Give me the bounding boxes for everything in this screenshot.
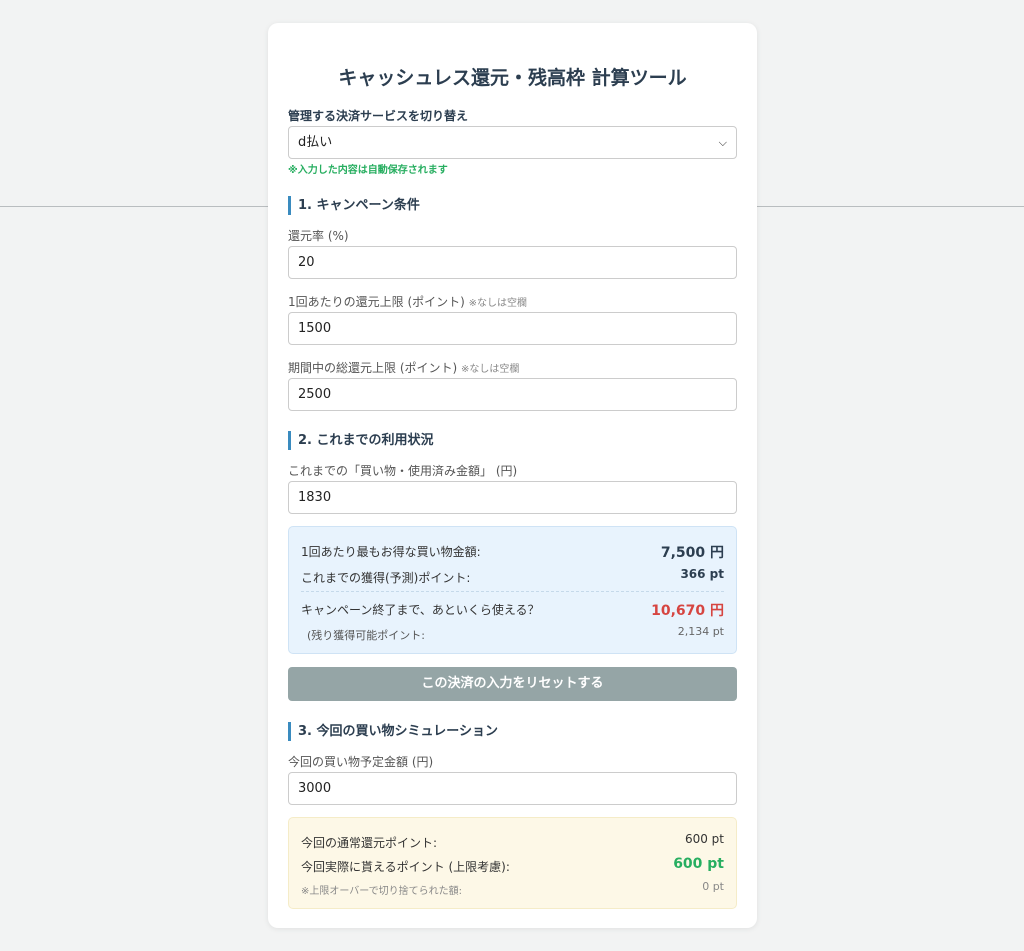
- cut-points-label: ※上限オーバーで切り捨てられた額:: [301, 886, 463, 897]
- section-usage-heading: 2. これまでの利用状況: [288, 431, 434, 450]
- remaining-points-label: (残り獲得可能ポイント:: [307, 629, 425, 642]
- calculator-card: キャッシュレス還元・残高枠 計算ツール 管理する決済サービスを切り替え d払い …: [268, 23, 757, 928]
- actual-points-value: 600 pt: [673, 856, 724, 872]
- total-limit-input[interactable]: 2500: [288, 378, 737, 411]
- remaining-spend-label: キャンペーン終了まで、あといくら使える？: [301, 603, 540, 617]
- best-amount-value: 7,500 円: [660, 545, 724, 561]
- normal-points-label: 今回の通常還元ポイント:: [301, 836, 438, 850]
- usage-summary-box: 1回あたり最もお得な買い物金額: 7,500 円 これまでの獲得(予測)ポイント…: [288, 526, 737, 654]
- planned-amount-input[interactable]: 3000: [288, 772, 737, 805]
- planned-amount-label: 今回の買い物予定金額 (円): [288, 755, 434, 769]
- spent-amount-value: 1830: [298, 490, 332, 505]
- section-simulation-heading: 3. 今回の買い物シミュレーション: [288, 722, 498, 741]
- autosave-note: ※入力した内容は自動保存されます: [288, 165, 448, 176]
- section-campaign-heading: 1. キャンペーン条件: [288, 196, 420, 215]
- simulation-result-box: 今回の通常還元ポイント: 600 pt 今回実際に貰えるポイント (上限考慮):…: [288, 817, 737, 909]
- service-switch-label: 管理する決済サービスを切り替え: [288, 109, 469, 123]
- total-limit-label-text: 期間中の総還元上限 (ポイント): [288, 361, 458, 375]
- earned-points-value: 366 pt: [680, 567, 724, 581]
- actual-points-label: 今回実際に貰えるポイント (上限考慮):: [301, 860, 510, 874]
- cut-points-value: 0 pt: [702, 880, 724, 893]
- normal-points-value: 600 pt: [684, 832, 724, 846]
- service-select[interactable]: d払い ⌵: [288, 126, 737, 159]
- per-use-limit-label: 1回あたりの還元上限 (ポイント) ※なしは空欄: [288, 293, 527, 310]
- rate-input-value: 20: [298, 255, 315, 270]
- earned-points-label: これまでの獲得(予測)ポイント:: [301, 571, 471, 585]
- spent-amount-input[interactable]: 1830: [288, 481, 737, 514]
- reset-button[interactable]: この決済の入力をリセットする: [288, 667, 737, 701]
- rate-input[interactable]: 20: [288, 246, 737, 279]
- best-amount-label: 1回あたり最もお得な買い物金額:: [301, 545, 481, 559]
- planned-amount-value: 3000: [298, 781, 332, 796]
- remaining-points-value: 2,134 pt: [677, 625, 724, 638]
- per-use-limit-label-text: 1回あたりの還元上限 (ポイント): [288, 295, 465, 309]
- summary-divider: [301, 591, 724, 592]
- rate-label: 還元率 (%): [288, 229, 349, 243]
- total-limit-note: ※なしは空欄: [461, 364, 520, 375]
- page-title: キャッシュレス還元・残高枠 計算ツール: [338, 67, 687, 89]
- per-use-limit-note: ※なしは空欄: [468, 298, 528, 309]
- chevron-down-icon: ⌵: [718, 136, 727, 149]
- per-use-limit-value: 1500: [298, 321, 332, 336]
- remaining-spend-value: 10,670 円: [651, 603, 724, 619]
- per-use-limit-input[interactable]: 1500: [288, 312, 737, 345]
- total-limit-value: 2500: [298, 387, 332, 402]
- service-select-value: d払い: [298, 135, 333, 150]
- spent-amount-label: これまでの「買い物・使用済み金額」 (円): [288, 464, 518, 478]
- total-limit-label: 期間中の総還元上限 (ポイント) ※なしは空欄: [288, 359, 519, 376]
